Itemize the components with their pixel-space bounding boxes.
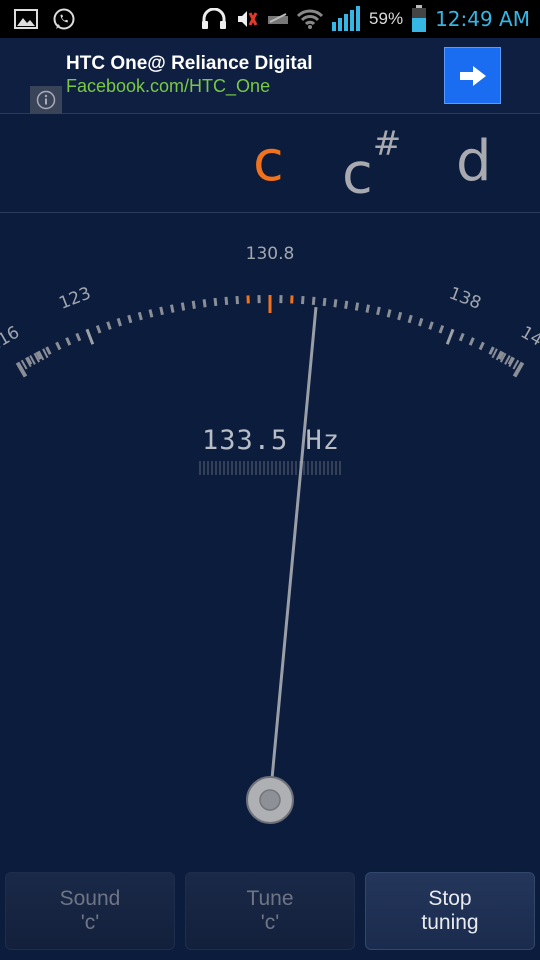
clock: 12:49 AM	[435, 7, 530, 31]
stop-button-label-2: tuning	[421, 911, 479, 934]
sound-button-label: Sound	[59, 887, 121, 910]
next-note: c#	[342, 124, 402, 207]
meter-tick	[159, 306, 164, 316]
note-display: c c# d	[0, 114, 540, 213]
meter-tick	[137, 311, 143, 321]
tune-button[interactable]: Tune 'c'	[185, 872, 355, 950]
gallery-icon	[14, 9, 38, 29]
meter-tick	[301, 295, 305, 305]
meter-tick	[180, 302, 186, 311]
meter-tick	[428, 321, 434, 330]
sound-button[interactable]: Sound 'c'	[5, 872, 175, 950]
meter-tick	[407, 314, 413, 324]
meter-tick	[224, 296, 229, 306]
ad-subtitle[interactable]: Facebook.com/HTC_One	[66, 76, 270, 97]
meter-tick	[75, 332, 82, 342]
ad-banner[interactable]: HTC One@ Reliance Digital Facebook.com/H…	[0, 38, 540, 114]
info-icon[interactable]	[30, 86, 62, 114]
meter-label: 130.8	[246, 244, 295, 264]
meter-tick	[365, 304, 370, 313]
meter-tick	[235, 295, 239, 305]
meter-label: 138	[446, 283, 483, 313]
meter-tick	[478, 341, 485, 351]
meter-tick	[202, 299, 207, 308]
mute-icon	[235, 7, 259, 31]
tuning-meter: 116 123 130.8 138 146	[0, 244, 540, 824]
meter-scale	[15, 295, 525, 378]
meter-label: 123	[56, 283, 93, 313]
needle-pivot-center	[259, 789, 281, 811]
tune-button-note: 'c'	[260, 911, 280, 934]
ad-action-button[interactable]	[444, 47, 501, 104]
battery-percent: 59%	[369, 9, 404, 28]
status-bar: 59% 12:49 AM	[0, 0, 540, 38]
meter-tick	[116, 317, 122, 327]
meter-tick	[438, 324, 445, 334]
ad-title[interactable]: HTC One@ Reliance Digital	[66, 53, 313, 75]
data-icon	[267, 9, 289, 29]
meter-tick	[322, 297, 327, 307]
meter-tick	[458, 332, 465, 342]
meter-tick	[386, 309, 392, 318]
battery-icon	[411, 5, 427, 33]
signal-icon	[331, 6, 361, 32]
meter-tick	[65, 337, 72, 346]
meter-tick	[344, 300, 349, 310]
meter-tick	[354, 302, 360, 311]
meter-tick	[85, 328, 95, 345]
whatsapp-icon	[52, 7, 76, 31]
meter-tick	[95, 324, 102, 334]
meter-tick	[148, 309, 154, 318]
meter-tick	[213, 297, 218, 307]
next-next-note: d	[456, 129, 492, 194]
meter-tick	[376, 306, 381, 316]
headphones-icon	[201, 8, 227, 30]
meter-tick	[45, 346, 52, 355]
meter-tick	[311, 296, 316, 306]
stop-button-label-1: Stop	[428, 887, 472, 910]
meter-tick	[55, 341, 62, 351]
arrow-right-icon	[459, 65, 487, 87]
wifi-icon	[297, 8, 324, 30]
frequency-ruler	[199, 461, 341, 475]
meter-tick	[445, 328, 455, 345]
meter-label: 146	[517, 323, 540, 357]
meter-tick	[106, 321, 112, 330]
meter-label: 116	[0, 323, 23, 357]
frequency-readout: 133.5 Hz	[201, 425, 341, 456]
meter-tick	[397, 311, 403, 321]
meter-tick	[333, 299, 338, 308]
stop-tuning-button[interactable]: Stop tuning	[365, 872, 535, 950]
current-note: c	[253, 129, 284, 194]
meter-tick	[418, 317, 424, 327]
meter-needle	[268, 307, 318, 801]
tune-button-label: Tune	[246, 887, 294, 910]
meter-tick	[191, 300, 196, 310]
meter-tick	[170, 304, 175, 313]
meter-tick	[127, 314, 133, 324]
meter-tick	[488, 346, 495, 355]
meter-tick	[468, 337, 475, 346]
sound-button-note: 'c'	[80, 911, 100, 934]
